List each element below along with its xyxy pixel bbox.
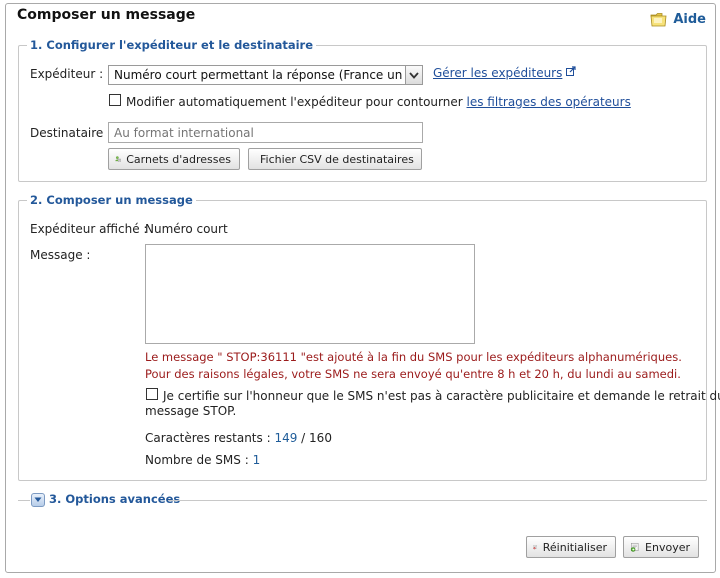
help-link[interactable]: Aide — [650, 12, 706, 27]
advanced-divider-right — [168, 500, 707, 501]
sender-select-value: Numéro court permettant la réponse (Fran… — [114, 68, 402, 82]
manage-senders-label[interactable]: Gérer les expéditeurs — [433, 66, 562, 80]
csv-recipients-label: Fichier CSV de destinataires — [260, 152, 414, 166]
address-book-icon — [115, 156, 121, 162]
external-link-icon — [566, 66, 576, 76]
recipient-input[interactable] — [108, 122, 423, 143]
reset-icon — [533, 545, 537, 550]
reset-button[interactable]: Réinitialiser — [526, 536, 616, 558]
auto-modify-label: Modifier automatiquement l'expéditeur po… — [126, 95, 463, 109]
recipient-label: Destinataire : — [30, 126, 112, 140]
legal-notice: Pour des raisons légales, votre SMS ne s… — [145, 367, 681, 381]
panel-title: Composer un message — [17, 7, 196, 23]
stop-notice: Le message " STOP:36111 "est ajouté à la… — [145, 350, 682, 364]
folder-help-icon — [650, 13, 667, 27]
message-label: Message : — [30, 248, 91, 262]
displayed-sender-label: Expéditeur affiché : — [30, 222, 148, 236]
chevron-down-icon — [34, 497, 42, 502]
certify-text-line2: message STOP. — [145, 404, 237, 418]
advanced-options-toggle[interactable] — [31, 493, 45, 507]
address-book-label: Carnets d'adresses — [126, 152, 231, 166]
sender-select[interactable]: Numéro court permettant la réponse (Fran… — [108, 65, 423, 85]
auto-modify-sender-text: Modifier automatiquement l'expéditeur po… — [126, 95, 631, 109]
section3-legend[interactable]: 3. Options avancées — [46, 492, 184, 506]
sender-label: Expéditeur : — [30, 67, 104, 81]
chars-remaining: Caractères restants : 149 / 160 — [145, 431, 332, 445]
auto-modify-sender-checkbox[interactable] — [109, 94, 121, 106]
certify-text-line1: Je certifie sur l'honneur que le SMS n'e… — [163, 389, 720, 403]
csv-recipients-button[interactable]: Fichier CSV de destinataires — [248, 148, 422, 170]
chevron-down-icon[interactable] — [405, 66, 422, 84]
section1-legend: 1. Configurer l'expéditeur et le destina… — [27, 38, 317, 52]
send-icon — [630, 542, 639, 552]
advanced-divider-left — [18, 500, 30, 501]
chars-remaining-label: Caractères restants : — [145, 431, 271, 445]
reset-label: Réinitialiser — [542, 540, 607, 554]
section2-legend: 2. Composer un message — [27, 193, 196, 207]
chars-separator: / — [301, 431, 306, 445]
help-label: Aide — [673, 12, 706, 27]
message-textarea[interactable] — [145, 244, 475, 344]
certify-checkbox[interactable] — [146, 388, 158, 400]
chars-total: 160 — [309, 431, 332, 445]
send-label: Envoyer — [645, 540, 690, 554]
send-button[interactable]: Envoyer — [623, 536, 699, 558]
operator-filtering-link[interactable]: les filtrages des opérateurs — [467, 95, 631, 109]
address-book-button[interactable]: Carnets d'adresses — [108, 148, 240, 170]
chars-remaining-value: 149 — [274, 431, 298, 445]
sms-count: Nombre de SMS : 1 — [145, 453, 260, 467]
sms-count-label: Nombre de SMS : — [145, 453, 249, 467]
manage-senders-link[interactable]: Gérer les expéditeurs — [433, 66, 576, 80]
displayed-sender-value: Numéro court — [145, 222, 228, 236]
sms-count-value: 1 — [252, 453, 261, 467]
